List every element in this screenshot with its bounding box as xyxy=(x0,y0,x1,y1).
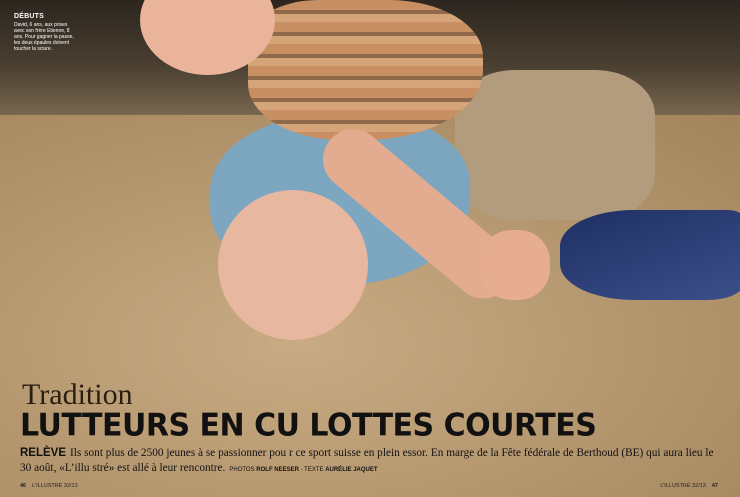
hand xyxy=(480,230,550,300)
folio-left: 46 L’ILLUSTRÉ 32/13 xyxy=(20,483,78,489)
credits: PHOTOS ROLF NEESER - TEXTE AURÉLIE JAQUE… xyxy=(229,467,377,473)
page-number-left: 46 xyxy=(20,483,27,489)
credits-photos-label: PHOTOS xyxy=(229,467,255,473)
credits-photographer: ROLF NEESER xyxy=(256,467,299,473)
article-deck: RELÈVE Ils sont plus de 2500 jeunes à se … xyxy=(20,446,725,478)
credits-writer: AURÉLIE JAQUET xyxy=(325,467,378,473)
issue-left: L’ILLUSTRÉ 32/13 xyxy=(32,483,78,489)
lead-word: RELÈVE xyxy=(20,447,67,459)
page-number-right: 47 xyxy=(711,483,718,489)
folio-right: L’ILLUSTRÉ 32/13 47 xyxy=(660,483,718,489)
striped-shirt-boy xyxy=(248,0,483,140)
wrestling-shorts xyxy=(455,70,655,220)
jeans-leg xyxy=(560,210,740,300)
issue-right: L’ILLUSTRÉ 32/13 xyxy=(660,483,706,489)
photo-caption: DÉBUTS David, 6 ans, aux prises avec son… xyxy=(14,13,76,52)
magazine-spread: DÉBUTS David, 6 ans, aux prises avec son… xyxy=(0,0,740,497)
caption-text: David, 6 ans, aux prises avec son frère … xyxy=(14,22,74,52)
upside-down-face xyxy=(218,190,368,340)
headline: LUTTEURS EN CU LOTTES COURTES xyxy=(20,407,597,444)
caption-title: DÉBUTS xyxy=(14,13,44,20)
credits-separator: - TEXTE xyxy=(298,467,326,473)
